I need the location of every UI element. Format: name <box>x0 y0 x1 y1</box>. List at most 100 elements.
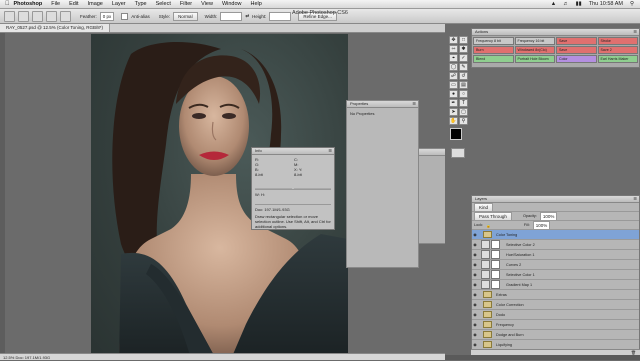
action-button[interactable]: Portrait Hole Bloom <box>514 55 555 63</box>
eye-icon[interactable]: ◉ <box>472 322 478 327</box>
move-tool-icon[interactable]: ✥ <box>449 36 458 44</box>
layer-row[interactable]: ◉ Hue/Saturation 1 <box>472 250 639 260</box>
menu-window[interactable]: Window <box>222 1 242 7</box>
action-button[interactable]: Blend <box>473 55 514 63</box>
layer-row[interactable]: ◉ Color Toning <box>472 230 639 240</box>
layer-mask-thumbnail[interactable] <box>491 260 500 269</box>
blur-tool-icon[interactable]: ● <box>449 90 458 98</box>
menubar-clock[interactable]: Thu 10:58 AM <box>589 1 623 7</box>
new-selection-icon[interactable] <box>18 10 29 22</box>
layer-row[interactable]: ◉ Dodge and Burn <box>472 330 639 340</box>
menu-image[interactable]: Image <box>88 1 103 7</box>
action-button[interactable]: Frequency 16 bit <box>514 37 555 45</box>
eye-icon[interactable]: ◉ <box>472 342 478 347</box>
layer-row[interactable]: ◉ Extras <box>472 290 639 300</box>
panel-menu-icon[interactable]: ☰ <box>328 148 332 154</box>
action-button[interactable]: Save 2 <box>597 46 638 54</box>
layer-row[interactable]: ◉ Frequency <box>472 320 639 330</box>
healing-brush-tool-icon[interactable]: ◯ <box>449 63 458 71</box>
menu-help[interactable]: Help <box>251 1 262 7</box>
history-brush-tool-icon[interactable]: ↺ <box>459 72 468 80</box>
intersect-selection-icon[interactable] <box>60 10 71 22</box>
antialias-checkbox[interactable] <box>121 12 129 20</box>
wifi-icon[interactable]: ▲ <box>551 1 556 7</box>
layer-mask-thumbnail[interactable] <box>491 240 500 249</box>
layer-row[interactable]: ◉ Selective Color 1 <box>472 270 639 280</box>
layer-row[interactable]: ◉ Dodo <box>472 310 639 320</box>
pen-tool-icon[interactable]: ✒ <box>449 99 458 107</box>
panel-menu-icon[interactable]: ☰ <box>633 29 637 35</box>
eye-icon[interactable]: ◉ <box>472 252 478 257</box>
layer-mask-thumbnail[interactable] <box>491 250 500 259</box>
layer-row[interactable]: ◉ Selective Color 2 <box>472 240 639 250</box>
action-button[interactable]: Burn <box>473 46 514 54</box>
add-selection-icon[interactable] <box>32 10 43 22</box>
action-button[interactable]: Frequency 8 bit <box>473 37 514 45</box>
battery-icon[interactable]: ▮▮ <box>576 1 582 7</box>
eye-icon[interactable]: ◉ <box>472 272 478 277</box>
menu-select[interactable]: Select <box>156 1 171 7</box>
subtract-selection-icon[interactable] <box>46 10 57 22</box>
zoom-tool-icon[interactable]: ⚲ <box>459 117 468 125</box>
panel-menu-icon[interactable]: ☰ <box>412 101 416 107</box>
eyedropper-tool-icon[interactable]: ✓ <box>459 54 468 62</box>
eye-icon[interactable]: ◉ <box>472 332 478 337</box>
layers-panel-header[interactable]: Layers ☰ <box>472 196 639 203</box>
menu-layer[interactable]: Layer <box>112 1 126 7</box>
eye-icon[interactable]: ◉ <box>472 262 478 267</box>
volume-icon[interactable]: ♬ <box>563 1 569 7</box>
type-tool-icon[interactable]: T <box>459 99 468 107</box>
marquee-tool-icon[interactable]: □ <box>459 36 468 44</box>
blend-mode-select[interactable]: Pass Through <box>474 211 512 221</box>
eye-icon[interactable]: ◉ <box>472 292 478 297</box>
action-button[interactable]: Stroke <box>597 37 638 45</box>
shape-tool-icon[interactable]: ▢ <box>459 108 468 116</box>
info-panel-header[interactable]: Info ☰ <box>252 148 334 155</box>
layer-row[interactable]: ◉ Gradient Map 1 <box>472 280 639 290</box>
properties-panel-header[interactable]: Properties ☰ <box>347 101 418 108</box>
layer-mask-thumbnail[interactable] <box>491 270 500 279</box>
layer-filter-select[interactable]: Kind <box>474 202 494 212</box>
opacity-input[interactable]: 100% <box>539 211 558 221</box>
eye-icon[interactable]: ◉ <box>472 302 478 307</box>
crop-tool-icon[interactable]: ⌖ <box>449 54 458 62</box>
eye-icon[interactable]: ◉ <box>472 242 478 247</box>
width-input[interactable] <box>220 11 243 21</box>
marquee-tool-preset-icon[interactable] <box>4 10 15 22</box>
quick-select-tool-icon[interactable]: ✱ <box>459 45 468 53</box>
eraser-tool-icon[interactable]: ▭ <box>449 81 458 89</box>
lock-icon[interactable]: 🔒 <box>486 223 491 228</box>
quick-mask-icon[interactable] <box>451 148 465 158</box>
lasso-tool-icon[interactable]: ∾ <box>449 45 458 53</box>
fill-input[interactable]: 100% <box>532 220 551 230</box>
action-button[interactable]: Color <box>556 55 597 63</box>
hand-tool-icon[interactable]: ✋ <box>449 117 458 125</box>
menu-app-name[interactable]: Photoshop <box>14 1 43 7</box>
menu-filter[interactable]: Filter <box>180 1 192 7</box>
menu-view[interactable]: View <box>201 1 213 7</box>
swap-dimensions-icon[interactable]: ⇄ <box>245 13 249 19</box>
action-button[interactable]: Save <box>556 37 597 45</box>
menu-edit[interactable]: Edit <box>69 1 78 7</box>
document-tab[interactable]: RAY_0527.psd @ 12.5% (Color Toning, RGB/… <box>0 24 110 32</box>
action-button[interactable]: Earl Harris Maker <box>597 55 638 63</box>
layer-mask-thumbnail[interactable] <box>491 280 500 289</box>
feather-input[interactable]: 0 px <box>99 11 115 21</box>
foreground-color-swatch[interactable] <box>450 128 462 140</box>
clone-stamp-tool-icon[interactable]: ☍ <box>449 72 458 80</box>
height-input[interactable] <box>269 11 292 21</box>
brush-tool-icon[interactable]: ✎ <box>459 63 468 71</box>
menu-file[interactable]: File <box>51 1 60 7</box>
eye-icon[interactable]: ◉ <box>472 232 478 237</box>
action-button[interactable]: Save <box>556 46 597 54</box>
style-select[interactable]: Normal <box>173 11 198 21</box>
menu-type[interactable]: Type <box>135 1 147 7</box>
apple-icon[interactable]:  <box>5 1 10 7</box>
action-button[interactable]: Windowed 8x(Clo) <box>514 46 555 54</box>
eye-icon[interactable]: ◉ <box>472 282 478 287</box>
spotlight-search-icon[interactable]: ⚲ <box>630 1 634 7</box>
actions-panel-header[interactable]: Actions ☰ <box>472 29 639 36</box>
eye-icon[interactable]: ◉ <box>472 312 478 317</box>
path-select-tool-icon[interactable]: ➤ <box>449 108 458 116</box>
dodge-tool-icon[interactable]: ○ <box>459 90 468 98</box>
